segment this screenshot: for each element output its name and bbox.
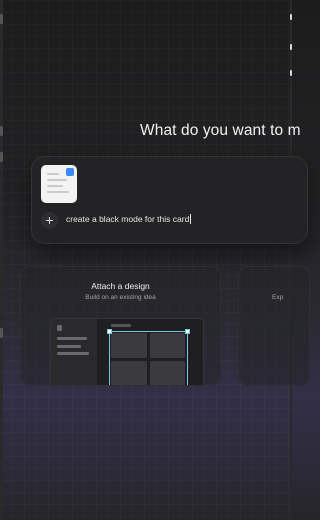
- attach-design-card[interactable]: Attach a design Build on an existing ide…: [20, 266, 221, 386]
- preview-line: [57, 337, 87, 340]
- thumbnail-line: [47, 173, 59, 175]
- edge-marker: [290, 70, 292, 76]
- card-subtitle: Exp: [272, 294, 284, 301]
- design-preview-illustration: [50, 318, 204, 385]
- edge-marker: [0, 14, 3, 24]
- selection-outline: [109, 331, 187, 332]
- left-edge-panel: [0, 0, 3, 520]
- preview-cell: [111, 333, 147, 358]
- attachment-badge-icon: [66, 168, 74, 176]
- edge-marker: [0, 126, 3, 136]
- thumbnail-line: [47, 179, 67, 181]
- preview-cell: [149, 360, 185, 385]
- selection-handle: [185, 329, 190, 334]
- prompt-composer: + create a black mode for this card: [31, 156, 308, 244]
- thumbnail-line: [47, 191, 69, 193]
- card-title: Attach a design: [91, 281, 150, 291]
- preview-line: [111, 324, 131, 327]
- prompt-input[interactable]: create a black mode for this card: [66, 214, 192, 224]
- selection-outline: [187, 331, 188, 385]
- preview-sidebar: [51, 319, 97, 385]
- text-caret: [190, 214, 192, 224]
- edge-marker: [290, 44, 292, 50]
- edge-marker: [0, 328, 3, 338]
- preview-line: [57, 352, 89, 355]
- page-headline: What do you want to m: [140, 122, 301, 139]
- edge-marker: [0, 152, 3, 162]
- plus-icon[interactable]: +: [41, 212, 58, 229]
- edge-marker: [290, 14, 292, 20]
- second-option-card[interactable]: Exp: [238, 266, 310, 386]
- card-subtitle: Build on an existing idea: [85, 294, 156, 301]
- preview-cell: [149, 333, 185, 358]
- prompt-input-text: create a black mode for this card: [66, 214, 190, 224]
- image-thumbnail-icon[interactable]: [41, 165, 77, 203]
- background-grid: [0, 0, 292, 520]
- preview-grid: [111, 333, 185, 385]
- preview-line: [57, 345, 81, 348]
- right-edge-panel: [290, 0, 292, 520]
- preview-line: [57, 325, 62, 331]
- selection-handle: [107, 329, 112, 334]
- selection-outline: [109, 331, 110, 385]
- thumbnail-line: [47, 185, 63, 187]
- preview-cell: [111, 360, 147, 385]
